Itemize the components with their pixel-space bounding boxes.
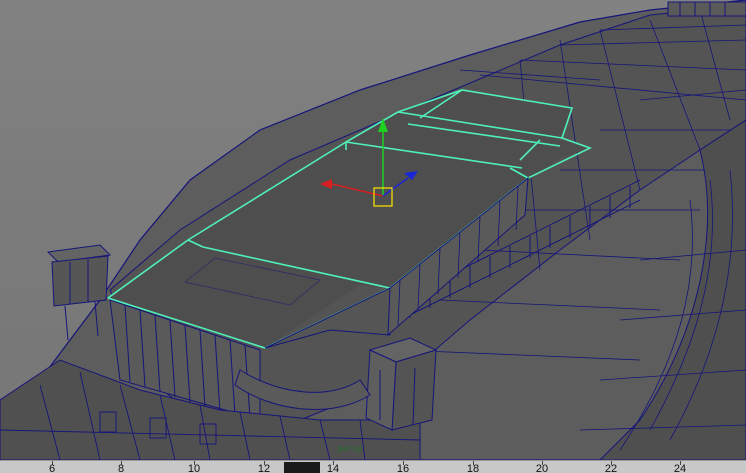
tick-label: 18 [466,463,480,473]
3d-viewport[interactable]: persp [0,0,746,460]
tick-label: 20 [535,463,549,473]
bow-railing [667,1,746,17]
tick-label: 14 [326,463,340,473]
tick-label: 8 [117,463,125,473]
time-slider[interactable]: 6 8 10 12 14 16 18 20 22 24 [0,460,746,473]
stairwell-box[interactable] [365,337,438,431]
viewport-hud-label: persp [338,444,363,453]
current-frame-marker[interactable] [284,462,320,473]
tick-label: 22 [604,463,618,473]
tick-label: 24 [673,463,687,473]
tick-label: 16 [396,463,410,473]
tick-label: 6 [48,463,56,473]
tick-label: 10 [187,463,201,473]
ship-model-render[interactable] [0,0,746,460]
tick-label: 12 [257,463,271,473]
